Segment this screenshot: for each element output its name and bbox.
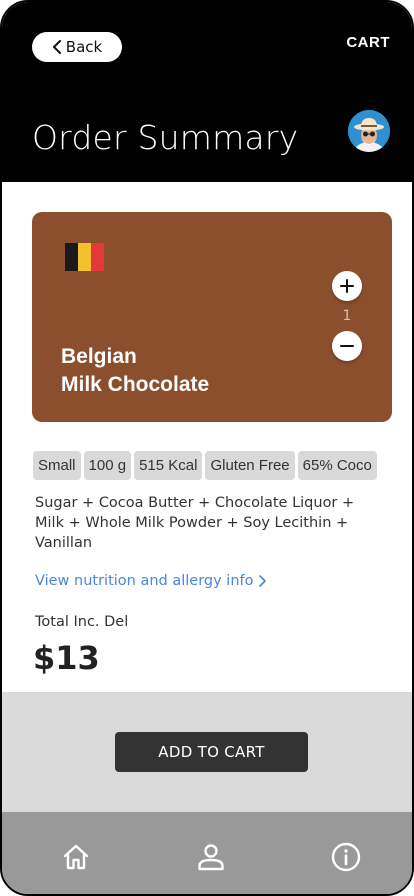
product-name-line1: Belgian bbox=[61, 345, 137, 368]
info-icon bbox=[331, 842, 361, 872]
tab-info[interactable] bbox=[329, 840, 363, 874]
nutrition-info-link[interactable]: View nutrition and allergy info bbox=[35, 573, 266, 589]
product-card: Belgian Milk Chocolate 1 bbox=[32, 212, 392, 422]
tag-cocoa: 65% Coco bbox=[297, 451, 377, 480]
back-button[interactable]: Back bbox=[32, 32, 122, 62]
total-label: Total Inc. Del bbox=[35, 614, 129, 630]
chevron-left-icon bbox=[52, 40, 61, 54]
belgium-flag-icon bbox=[65, 243, 104, 271]
app-screen: Back CART Order Summary Belgian Milk Cho… bbox=[0, 0, 414, 896]
chevron-right-icon bbox=[258, 575, 266, 587]
avatar[interactable] bbox=[348, 110, 390, 152]
add-to-cart-button[interactable]: ADD TO CART bbox=[115, 732, 308, 772]
increase-quantity-button[interactable] bbox=[332, 271, 362, 301]
total-price: $13 bbox=[33, 639, 100, 677]
product-name: Belgian Milk Chocolate bbox=[61, 343, 281, 399]
tag-size: Small bbox=[33, 451, 81, 480]
tab-bar bbox=[2, 812, 412, 894]
tab-home[interactable] bbox=[59, 840, 93, 874]
user-avatar-icon bbox=[348, 110, 390, 152]
back-label: Back bbox=[65, 38, 103, 56]
action-area: ADD TO CART bbox=[2, 692, 412, 812]
page-title: Order Summary bbox=[32, 118, 299, 157]
home-icon bbox=[63, 844, 89, 870]
ingredients-text: Sugar + Cocoa Butter + Chocolate Liquor … bbox=[35, 495, 355, 551]
quantity-value: 1 bbox=[342, 308, 352, 324]
product-name-line2: Milk Chocolate bbox=[61, 373, 210, 396]
decrease-quantity-button[interactable] bbox=[332, 331, 362, 361]
tag-gluten-free: Gluten Free bbox=[205, 451, 295, 480]
tag-calories: 515 Kcal bbox=[134, 451, 203, 480]
minus-icon bbox=[340, 345, 354, 347]
cart-link[interactable]: CART bbox=[346, 34, 390, 51]
profile-icon bbox=[198, 844, 224, 871]
product-tags: Small 100 g 515 Kcal Gluten Free 65% Coc… bbox=[33, 451, 377, 480]
plus-icon bbox=[340, 279, 354, 293]
header: Back CART Order Summary bbox=[2, 2, 412, 182]
tag-weight: 100 g bbox=[83, 451, 132, 480]
tab-profile[interactable] bbox=[194, 840, 228, 874]
nutrition-link-label: View nutrition and allergy info bbox=[35, 573, 254, 589]
